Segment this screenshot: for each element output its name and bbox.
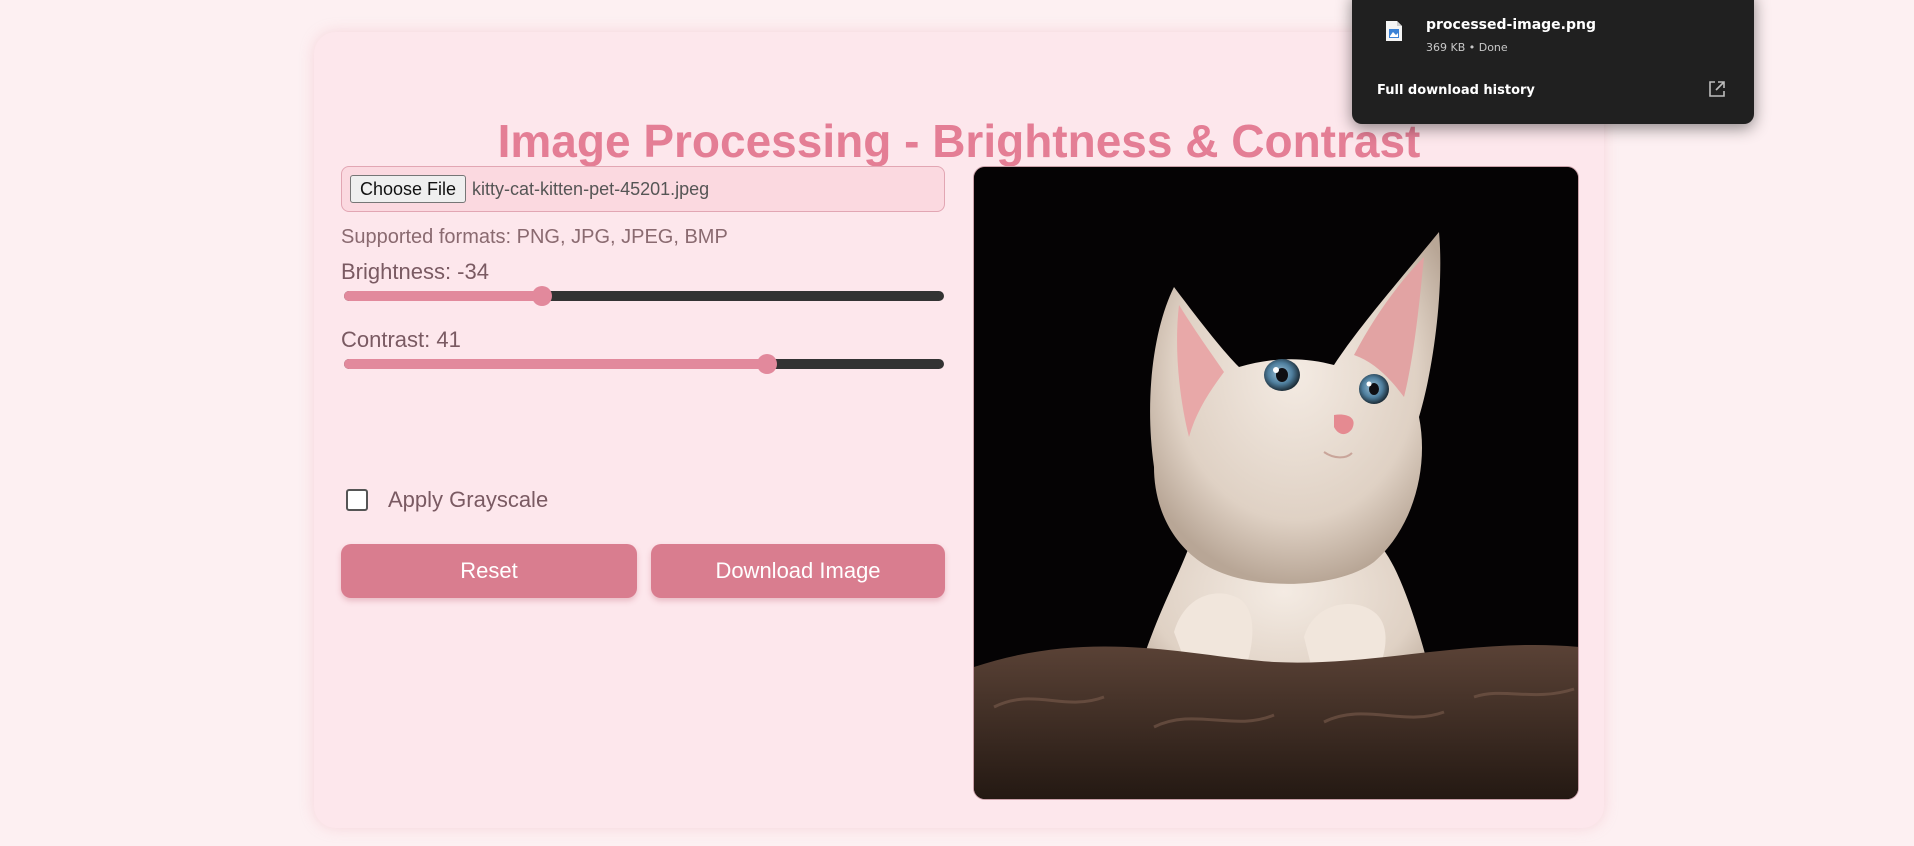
- brightness-label: Brightness: -34: [341, 259, 489, 284]
- open-external-icon[interactable]: [1708, 80, 1726, 98]
- download-image-button[interactable]: Download Image: [651, 544, 945, 598]
- contrast-slider[interactable]: [344, 354, 944, 374]
- kitten-photo: [974, 167, 1578, 799]
- grayscale-label: Apply Grayscale: [388, 487, 549, 512]
- image-preview: [973, 166, 1579, 800]
- brightness-slider-fill: [344, 291, 542, 301]
- selected-file-name: kitty-cat-kitten-pet-45201.jpeg: [472, 178, 710, 199]
- brightness-slider[interactable]: [344, 286, 944, 306]
- file-input[interactable]: Choose File kitty-cat-kitten-pet-45201.j…: [341, 166, 945, 212]
- download-status: 369 KB • Done: [1426, 41, 1508, 54]
- editor-card: Image Processing - Brightness & Contrast…: [314, 32, 1604, 828]
- supported-formats-text: Supported formats: PNG, JPG, JPEG, BMP: [341, 226, 728, 248]
- contrast-slider-thumb[interactable]: [757, 354, 777, 374]
- reset-button[interactable]: Reset: [341, 544, 637, 598]
- grayscale-checkbox[interactable]: [346, 489, 368, 511]
- brightness-slider-thumb[interactable]: [532, 286, 552, 306]
- downloaded-file-name[interactable]: processed-image.png: [1426, 17, 1596, 33]
- contrast-label: Contrast: 41: [341, 327, 461, 352]
- image-file-icon: [1386, 21, 1402, 41]
- choose-file-button[interactable]: Choose File: [350, 175, 467, 203]
- contrast-slider-fill: [344, 359, 767, 369]
- grayscale-option[interactable]: Apply Grayscale: [346, 487, 548, 513]
- download-popup: processed-image.png 369 KB • Done Full d…: [1352, 0, 1754, 124]
- full-download-history-link[interactable]: Full download history: [1377, 83, 1535, 98]
